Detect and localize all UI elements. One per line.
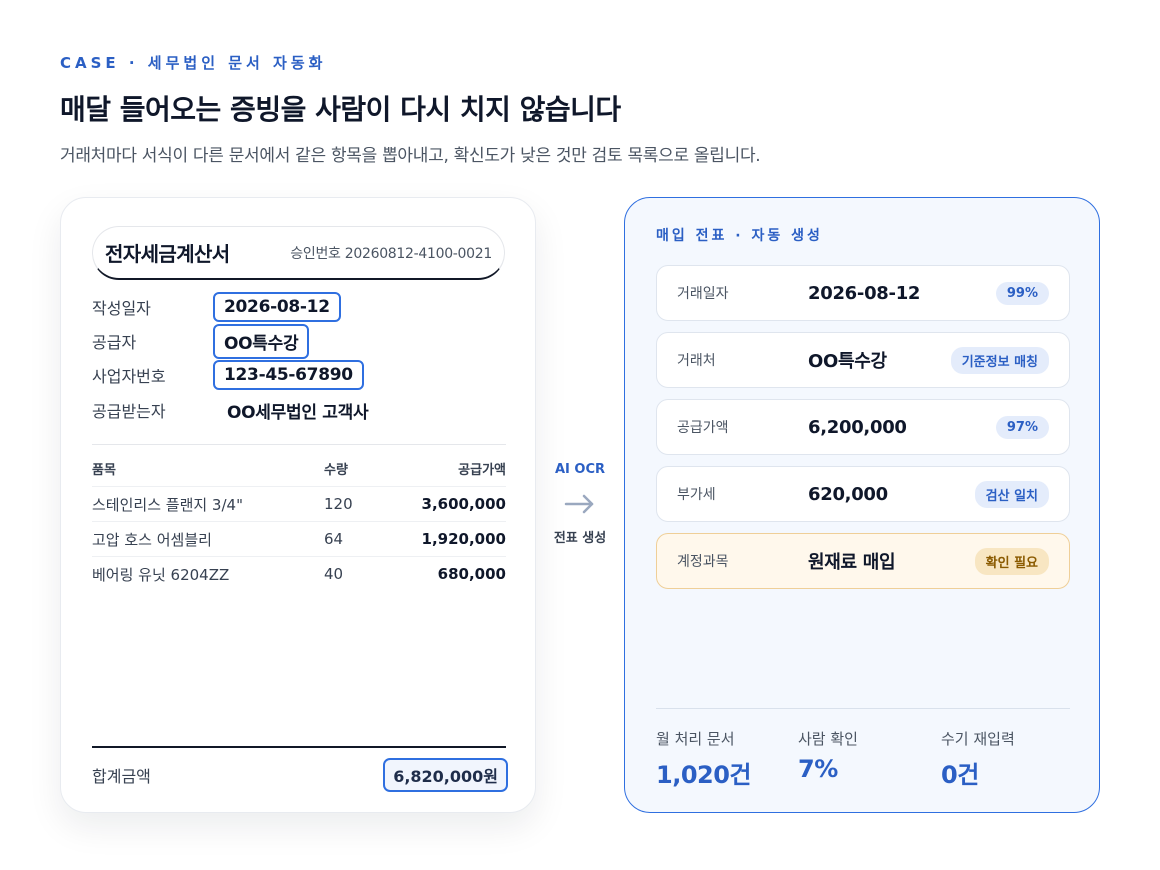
entry-value: OO특수강 bbox=[808, 351, 887, 372]
total-value: 6,820,000원 bbox=[383, 758, 508, 792]
item-amount: 1,920,000 bbox=[421, 530, 506, 548]
stat-value: 7% bbox=[798, 755, 838, 783]
item-qty: 40 bbox=[324, 565, 344, 583]
page-subtitle: 거래처마다 서식이 다른 문서에서 같은 항목을 뽑아내고, 확신도가 낮은 것… bbox=[60, 146, 761, 166]
arrow-right-icon bbox=[564, 494, 594, 514]
item-amount: 3,600,000 bbox=[421, 495, 506, 513]
voucher-entry-date: 거래일자 2026-08-12 99% bbox=[656, 265, 1070, 321]
entry-label: 거래일자 bbox=[677, 286, 729, 302]
item-name: 베어링 유닛 6204ZZ bbox=[92, 565, 230, 584]
table-row: 스테인리스 플랜지 3/4" 120 3,600,000 bbox=[92, 486, 506, 521]
stat-label: 월 처리 문서 bbox=[656, 730, 735, 748]
field-value-highlighted: 123-45-67890 bbox=[213, 360, 364, 390]
item-amount: 680,000 bbox=[437, 565, 506, 583]
status-badge: 검산 일치 bbox=[974, 480, 1049, 508]
total-divider bbox=[92, 746, 506, 748]
entry-value: 6,200,000 bbox=[808, 416, 907, 438]
item-name: 스테인리스 플랜지 3/4" bbox=[92, 495, 243, 514]
column-header-qty: 수량 bbox=[324, 462, 348, 478]
review-needed-badge: 확인 필요 bbox=[974, 547, 1049, 575]
confidence-badge: 99% bbox=[995, 281, 1049, 305]
field-recipient: 공급받는자 OO세무법인 고객사 bbox=[92, 394, 369, 426]
entry-label: 거래처 bbox=[677, 353, 716, 369]
entry-label: 부가세 bbox=[677, 487, 716, 503]
purchase-voucher-panel: 매입 전표 · 자동 생성 거래일자 2026-08-12 99% 거래처 OO… bbox=[624, 197, 1100, 813]
stat-monthly-docs: 월 처리 문서 1,020건 bbox=[656, 728, 752, 790]
entry-value: 2026-08-12 bbox=[808, 282, 921, 304]
divider bbox=[656, 708, 1070, 709]
entry-value: 원재료 매입 bbox=[808, 552, 896, 573]
column-header-amount: 공급가액 bbox=[458, 462, 506, 478]
divider bbox=[92, 444, 506, 445]
stat-label: 사람 확인 bbox=[798, 730, 858, 748]
column-header-item: 품목 bbox=[92, 462, 116, 478]
entry-label: 공급가액 bbox=[677, 420, 729, 436]
eyebrow-label: CASE · 세무법인 문서 자동화 bbox=[60, 54, 327, 72]
total-label: 합계금액 bbox=[92, 767, 151, 786]
item-qty: 120 bbox=[324, 495, 353, 513]
total-row: 합계금액 6,820,000원 bbox=[92, 758, 508, 792]
voucher-title: 매입 전표 · 자동 생성 bbox=[656, 228, 823, 244]
voucher-generate-label: 전표 생성 bbox=[553, 531, 607, 546]
voucher-entry-supply-amount: 공급가액 6,200,000 97% bbox=[656, 399, 1070, 455]
table-row: 베어링 유닛 6204ZZ 40 680,000 bbox=[92, 556, 506, 591]
item-qty: 64 bbox=[324, 530, 344, 548]
field-label: 공급자 bbox=[92, 333, 137, 352]
items-table-header: 품목 수량 공급가액 bbox=[92, 456, 506, 480]
field-label: 공급받는자 bbox=[92, 402, 166, 421]
approval-number: 승인번호 20260812-4100-0021 bbox=[290, 245, 492, 262]
stat-manual-reentry: 수기 재입력 0건 bbox=[941, 728, 1015, 790]
invoice-title: 전자세금계산서 bbox=[105, 242, 230, 266]
field-value-highlighted: 2026-08-12 bbox=[213, 292, 341, 322]
entry-value: 620,000 bbox=[808, 483, 888, 505]
stat-value: 1,020건 bbox=[656, 761, 752, 789]
field-label: 사업자번호 bbox=[92, 367, 166, 386]
stat-value: 0건 bbox=[941, 761, 979, 789]
stat-label: 수기 재입력 bbox=[941, 730, 1015, 748]
confidence-badge: 97% bbox=[995, 415, 1049, 439]
field-issue-date: 작성일자 2026-08-12 bbox=[92, 291, 341, 323]
item-name: 고압 호스 어셈블리 bbox=[92, 530, 212, 549]
table-row: 고압 호스 어셈블리 64 1,920,000 bbox=[92, 521, 506, 556]
field-value-highlighted: OO특수강 bbox=[213, 323, 310, 359]
entry-label: 계정과목 bbox=[677, 554, 729, 570]
field-label: 작성일자 bbox=[92, 299, 151, 318]
field-value: OO세무법인 고객사 bbox=[227, 402, 369, 423]
ai-ocr-label: AI OCR bbox=[554, 462, 606, 477]
voucher-entry-vendor: 거래처 OO특수강 기준정보 매칭 bbox=[656, 332, 1070, 388]
stat-human-review: 사람 확인 7% bbox=[798, 728, 858, 783]
invoice-header: 전자세금계산서 승인번호 20260812-4100-0021 bbox=[92, 226, 505, 280]
status-badge: 기준정보 매칭 bbox=[950, 346, 1049, 374]
field-supplier: 공급자 OO특수강 bbox=[92, 323, 310, 359]
voucher-entry-account[interactable]: 계정과목 원재료 매입 확인 필요 bbox=[656, 533, 1070, 589]
page-title: 매달 들어오는 증빙을 사람이 다시 치지 않습니다 bbox=[60, 93, 621, 126]
voucher-entry-vat: 부가세 620,000 검산 일치 bbox=[656, 466, 1070, 522]
tax-invoice-card: 전자세금계산서 승인번호 20260812-4100-0021 작성일자 202… bbox=[60, 197, 536, 813]
field-business-number: 사업자번호 123-45-67890 bbox=[92, 359, 364, 391]
